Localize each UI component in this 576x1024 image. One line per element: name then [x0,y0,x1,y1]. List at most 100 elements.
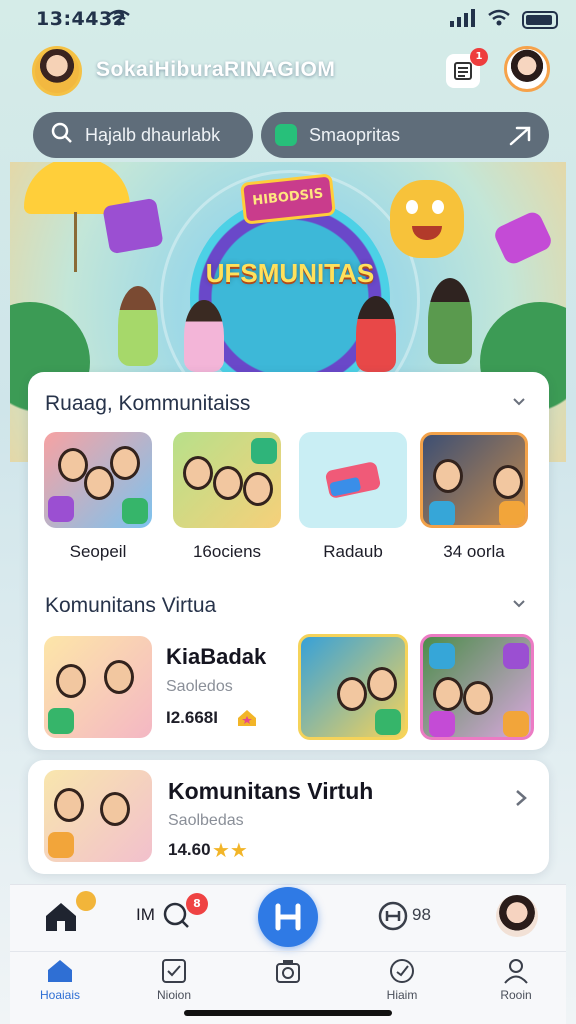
badge-icon [251,438,277,464]
section-title: Ruaag, Kommunitaiss [45,392,251,415]
face-illustration [213,466,243,500]
status-bar: 13:4432 [0,0,576,38]
notification-badge: 1 [470,48,488,66]
chip-icon [429,501,455,525]
featured-tile[interactable] [298,634,408,740]
face-illustration [463,681,493,715]
community-name: Komunitans Virtuh [168,778,374,804]
face-illustration [433,677,463,711]
tag-icon [275,124,297,146]
community-tile[interactable] [299,432,407,528]
search-input[interactable]: Hajalb dhaurlabk [33,112,253,158]
featured-name[interactable]: KiaBadak [166,644,266,670]
community-tile[interactable] [173,432,281,528]
chip-icon [48,708,74,734]
group-icon[interactable] [378,901,408,935]
face-illustration [493,465,523,499]
featured-stat: I2.668I [166,708,218,727]
tab-label: Hiaim [386,988,418,1002]
community-list-item[interactable]: Komunitans Virtuh Saolbedas 14.60 ★★ [28,760,549,874]
search-placeholder: Hajalb dhaurlabk [85,124,221,145]
app-title: SokaiHiburaRINAGIOM [96,58,336,81]
community-subtitle: Saolbedas [168,812,244,829]
pink-box-illustration [491,209,555,267]
tab-home[interactable]: Hoaiais [20,958,100,1002]
featured-thumbnail[interactable] [44,636,152,738]
checklist-icon [162,959,186,983]
search-icon [51,122,73,148]
home-star-icon [236,708,258,732]
wifi-icon [488,9,510,31]
tab-label: Rooin [500,988,532,1002]
character-girl [184,300,224,372]
tab-label: Nioion [156,988,192,1002]
chip-icon [375,709,401,735]
home-badge [76,891,96,911]
rating-stars: ★★ [212,838,248,862]
messages-label[interactable]: IM [136,905,155,925]
tile-label: Radaub [323,542,383,561]
featured-tile[interactable] [420,634,534,740]
hero-title: UFSMUNITAS [205,258,375,288]
community-stat: 14.60 [168,840,211,859]
share-bar[interactable]: Smaopritas [261,112,549,158]
umbrella-pole [74,212,77,272]
quick-actions: IM 8 98 [10,885,566,949]
community-card: Ruaag, Kommunitaiss Seopeil 16ociens Rad… [28,372,549,750]
home-icon[interactable] [44,901,78,937]
bottom-dock: IM 8 98 Hoaiais Nioion Hiaim Rooin [10,884,566,1024]
face-illustration [110,446,140,480]
user-avatar[interactable] [504,46,550,92]
battery-icon [522,11,558,29]
app-header: SokaiHiburaRINAGIOM 1 [28,46,554,102]
tile-label: 16ociens [192,542,262,561]
face-illustration [337,677,367,711]
chip-icon [48,832,74,858]
tab-profile[interactable]: Rooin [476,958,556,1002]
face-illustration [433,459,463,493]
profile-avatar[interactable] [496,895,538,937]
chip-icon [429,643,455,669]
chip-icon [429,711,455,737]
messages-badge: 8 [186,893,208,915]
home-indicator[interactable] [184,1010,392,1016]
person-icon [504,959,528,984]
tab-bar: Hoaiais Nioion Hiaim Rooin [10,951,566,1011]
community-thumbnail [44,770,152,862]
status-indicators [450,9,558,31]
face-illustration [84,466,114,500]
chip-icon [503,711,529,737]
chevron-right-icon[interactable] [513,788,529,812]
face-illustration [100,792,130,826]
document-icon [454,62,472,80]
section-title: Komunitans Virtua [45,594,217,617]
camera-icon [276,960,300,983]
clock-icon [499,501,525,525]
face-illustration [183,456,213,490]
face-illustration [367,667,397,701]
mascot-illustration [390,180,464,258]
compass-icon [390,959,414,983]
hub-icon [275,903,301,931]
share-bar-label: Smaopritas [309,124,401,145]
group-count: 98 [412,905,431,924]
tile-label: Seopeil [69,542,127,561]
tab-label: Hoaiais [39,988,81,1002]
community-tile[interactable] [420,432,528,528]
signal-icon [450,9,476,31]
community-tile[interactable] [44,432,152,528]
music-icon [122,498,148,524]
chevron-down-icon[interactable] [511,596,527,612]
chevron-down-icon[interactable] [511,394,527,410]
tab-notes[interactable]: Nioion [134,958,214,1002]
chip-icon [48,496,74,522]
create-button[interactable] [258,887,318,947]
tab-camera[interactable] [248,958,328,988]
messages-badge-count: 8 [193,897,201,910]
face-illustration [54,788,84,822]
face-illustration [243,472,273,506]
send-arrow-icon[interactable] [509,124,533,150]
profile-avatar[interactable] [32,46,82,96]
tab-activity[interactable]: Hiaim [362,958,442,1002]
home-icon [48,960,72,982]
